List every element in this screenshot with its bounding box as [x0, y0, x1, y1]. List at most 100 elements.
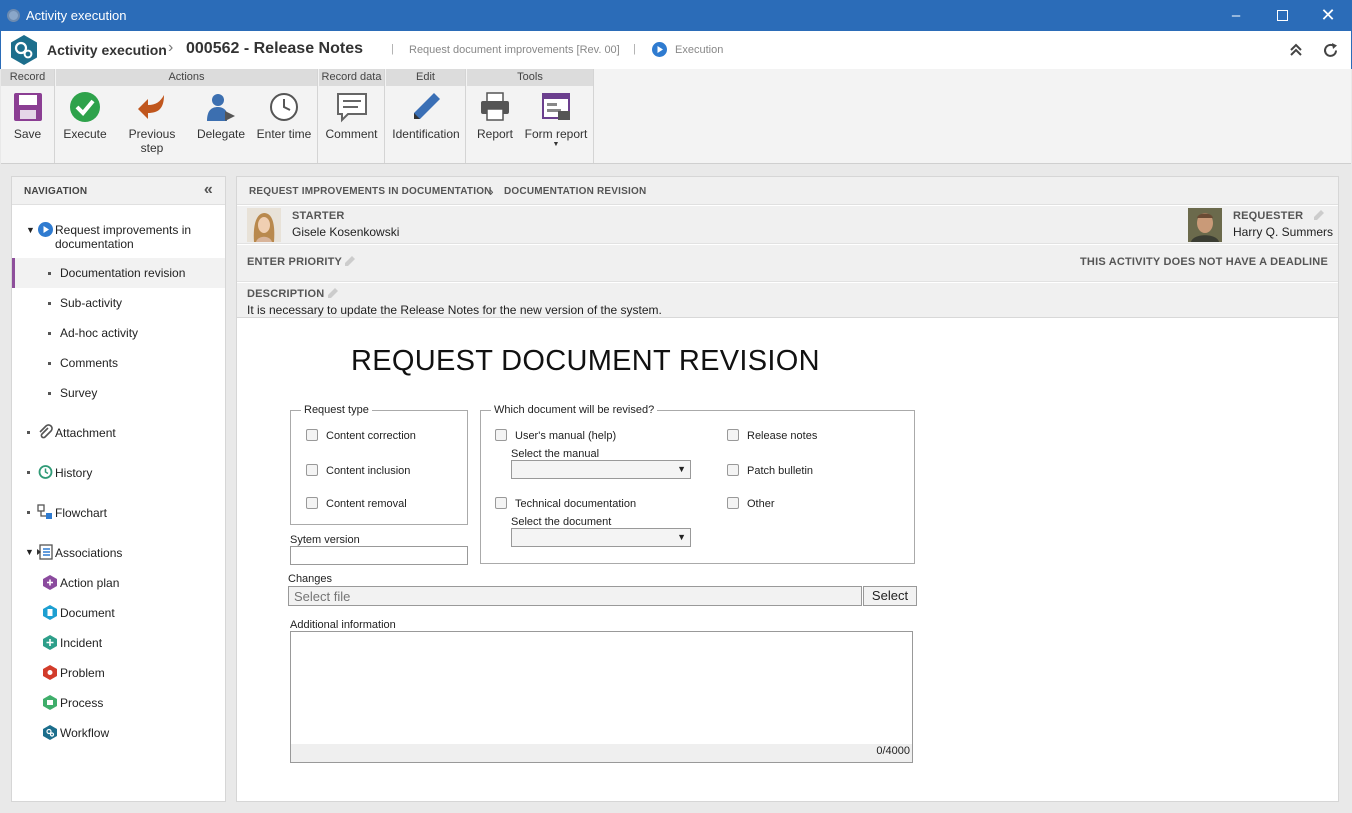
- file-path-input[interactable]: [288, 586, 862, 606]
- refresh-icon[interactable]: [1322, 42, 1339, 59]
- nav-subitem-sub-activity[interactable]: Sub-activity: [12, 288, 225, 318]
- nav-item-associations[interactable]: ▼ Associations: [12, 542, 225, 564]
- request-type-legend: Request type: [304, 404, 369, 416]
- checkbox-label: Content removal: [326, 498, 407, 510]
- select-document-label: Select the document: [511, 516, 612, 528]
- assoc-label: Workflow: [60, 726, 110, 740]
- edit-pencil-icon[interactable]: [345, 256, 355, 266]
- content-correction-checkbox[interactable]: [306, 429, 318, 441]
- bullet: [48, 392, 51, 395]
- nav-subitem-survey[interactable]: Survey: [12, 378, 225, 408]
- checkbox-label: Content inclusion: [326, 465, 411, 477]
- collapse-left-icon[interactable]: «: [204, 181, 213, 199]
- technical-documentation-checkbox[interactable]: [495, 497, 507, 509]
- record-title: 000562 - Release Notes: [186, 40, 363, 57]
- system-version-input[interactable]: [290, 546, 468, 565]
- minimize-icon[interactable]: –: [1213, 0, 1259, 31]
- ribbon-group-tools: Tools Report Form report ▼: [467, 69, 594, 163]
- breadcrumb-item: DOCUMENTATION REVISION: [504, 186, 647, 197]
- nav-item-attachment[interactable]: Attachment: [12, 422, 225, 444]
- content-inclusion-checkbox[interactable]: [306, 464, 318, 476]
- nav-item-flowchart[interactable]: Flowchart: [12, 502, 225, 524]
- history-icon: [38, 465, 53, 479]
- ribbon-group-record: Record Save: [1, 69, 55, 163]
- additional-info-textarea[interactable]: [290, 631, 913, 745]
- changes-label: Changes: [288, 573, 333, 585]
- ribbon-group-title: Actions: [56, 69, 317, 86]
- nav-subitem-comments[interactable]: Comments: [12, 348, 225, 378]
- release-notes-checkbox[interactable]: [727, 429, 739, 441]
- enter-time-button[interactable]: Enter time: [254, 91, 314, 141]
- back-arrow-icon: [138, 95, 164, 119]
- edit-pencil-icon[interactable]: [1314, 210, 1324, 220]
- assoc-workflow[interactable]: Workflow: [12, 722, 225, 744]
- starter-name: Gisele Kosenkowski: [292, 225, 400, 239]
- previous-step-button[interactable]: Previous step: [116, 91, 188, 155]
- bullet: [27, 471, 30, 474]
- nav-process-item[interactable]: ▼ Request improvements in documentation: [12, 222, 225, 252]
- execute-label: Execute: [63, 127, 107, 141]
- record-subtitle: Request document improvements [Rev. 00]: [409, 44, 620, 56]
- main-panel: REQUEST IMPROVEMENTS IN DOCUMENTATION › …: [236, 176, 1339, 802]
- process-icon: [43, 695, 57, 710]
- nav-subitem-label: Ad-hoc activity: [60, 326, 139, 340]
- ribbon-group-title: Edit: [386, 69, 465, 86]
- users-manual-checkbox[interactable]: [495, 429, 507, 441]
- nav-item-history[interactable]: History: [12, 462, 225, 484]
- content-removal-checkbox[interactable]: [306, 497, 318, 509]
- other-checkbox[interactable]: [727, 497, 739, 509]
- delegate-user-icon: [207, 94, 235, 121]
- description-row: DESCRIPTION It is necessary to update th…: [237, 283, 1338, 318]
- incident-icon: [43, 635, 57, 650]
- assoc-problem[interactable]: Problem: [12, 662, 225, 684]
- execution-status-icon: [652, 42, 667, 57]
- nav-item-label: Flowchart: [55, 506, 108, 520]
- pencil-icon: [414, 93, 440, 119]
- status-text: Execution: [675, 44, 724, 56]
- record-header: Activity execution › 000562 - Release No…: [0, 31, 1352, 69]
- separator: |: [391, 43, 394, 55]
- document-select[interactable]: ▼: [511, 528, 691, 547]
- ribbon-toolbar: Record Save Actions Execute Previous ste…: [1, 69, 1351, 164]
- paperclip-icon: [39, 424, 53, 439]
- printer-icon: [481, 92, 509, 121]
- assoc-document[interactable]: Document: [12, 602, 225, 624]
- caret-down-icon[interactable]: ▼: [26, 225, 35, 235]
- character-counter: 0/4000: [290, 744, 913, 763]
- form-report-button[interactable]: Form report ▼: [523, 91, 589, 149]
- checkbox-label: User's manual (help): [515, 430, 617, 442]
- nav-subitem-documentation-revision[interactable]: Documentation revision: [12, 258, 225, 288]
- manual-select[interactable]: ▼: [511, 460, 691, 479]
- edit-pencil-icon[interactable]: [328, 288, 338, 298]
- assoc-process[interactable]: Process: [12, 692, 225, 714]
- nav-subitem-label: Sub-activity: [60, 296, 123, 310]
- caret-down-icon[interactable]: ▼: [25, 547, 34, 557]
- identification-button[interactable]: Identification: [386, 91, 466, 141]
- patch-bulletin-checkbox[interactable]: [727, 464, 739, 476]
- bullet: [48, 332, 51, 335]
- requester-name: Harry Q. Summers: [1233, 225, 1334, 239]
- dropdown-arrow-icon: ▼: [677, 532, 686, 542]
- close-icon[interactable]: ✕: [1305, 0, 1351, 31]
- maximize-icon[interactable]: [1259, 0, 1305, 31]
- execute-button[interactable]: Execute: [60, 91, 110, 141]
- report-button[interactable]: Report: [471, 91, 519, 141]
- requester-label: REQUESTER: [1233, 210, 1304, 222]
- nav-process-label: Request improvements in documentation: [55, 223, 192, 251]
- save-button[interactable]: Save: [1, 91, 54, 141]
- assoc-action-plan[interactable]: Action plan: [12, 572, 225, 594]
- checkbox-label: Release notes: [747, 430, 818, 442]
- description-text: It is necessary to update the Release No…: [247, 303, 662, 317]
- assoc-incident[interactable]: Incident: [12, 632, 225, 654]
- select-file-button[interactable]: Select: [863, 586, 917, 606]
- identification-label: Identification: [392, 127, 460, 141]
- comment-button[interactable]: Comment: [319, 91, 384, 141]
- breadcrumb-item[interactable]: REQUEST IMPROVEMENTS IN DOCUMENTATION: [249, 186, 492, 197]
- priority-label: ENTER PRIORITY: [247, 256, 343, 268]
- nav-subitem-ad-hoc-activity[interactable]: Ad-hoc activity: [12, 318, 225, 348]
- associations-icon: [37, 544, 53, 560]
- select-manual-label: Select the manual: [511, 448, 600, 460]
- collapse-up-icon[interactable]: [1289, 43, 1303, 57]
- delegate-button[interactable]: Delegate: [196, 91, 246, 141]
- bullet: [48, 302, 51, 305]
